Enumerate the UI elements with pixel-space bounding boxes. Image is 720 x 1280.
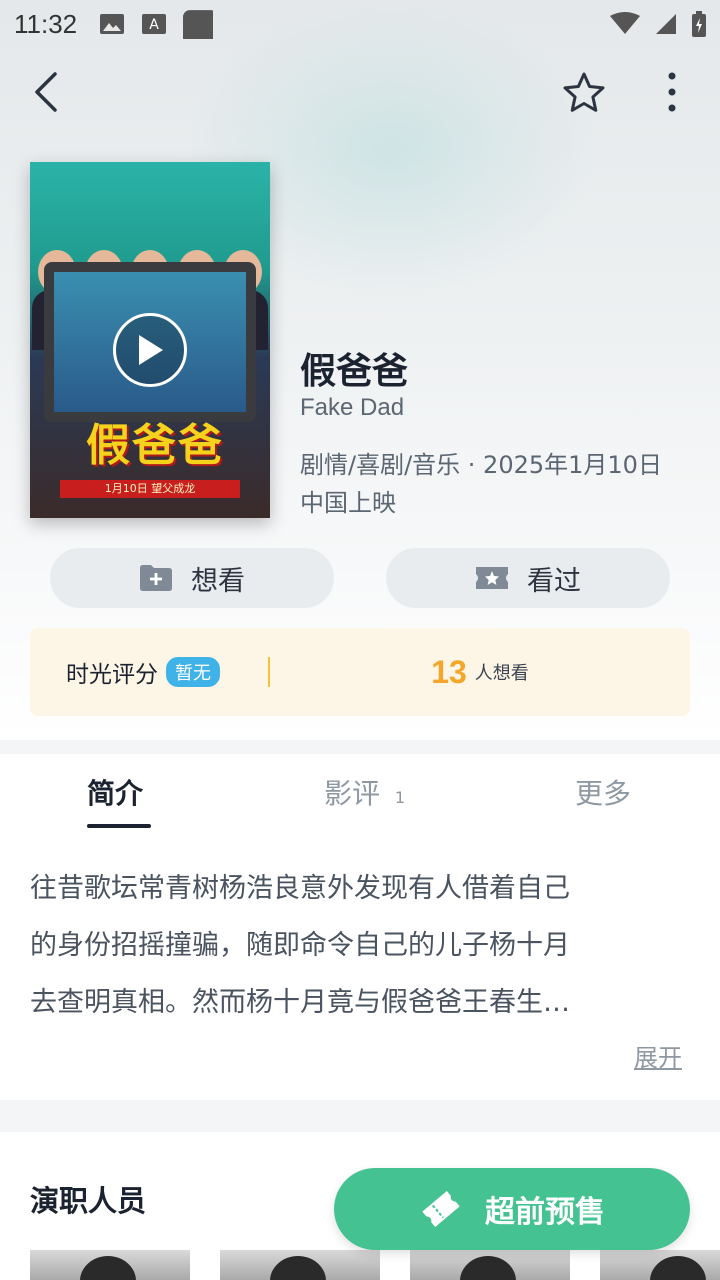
folder-add-icon [140,565,172,591]
wifi-icon [610,12,640,34]
play-icon [139,335,163,365]
battery-icon [692,11,706,37]
back-button[interactable] [16,60,76,124]
font-notification-icon: A [142,14,167,34]
tab-reviews[interactable]: 影评 1 [324,772,405,812]
signal-icon [656,14,676,34]
cast-member-photo[interactable] [30,1250,190,1280]
rating-card: 时光评分 暂无 13 人想看 [30,628,690,716]
expand-synopsis-link[interactable]: 展开 [634,1038,682,1073]
tab-synopsis[interactable]: 简介 [87,772,143,812]
tab-active-indicator [87,824,151,828]
section-divider [0,740,720,754]
status-time: 11:32 [14,8,78,39]
poster-title-art: 假爸爸 [86,420,224,471]
more-vertical-icon [668,72,676,112]
ticket-star-icon [476,567,508,589]
status-bar: 11:32 A [0,0,720,48]
want-count-label: 人想看 [474,663,529,684]
more-button[interactable] [642,60,702,124]
cast-member-photo[interactable] [220,1250,380,1280]
watched-label: 看过 [527,565,581,597]
section-divider [0,1100,720,1132]
want-to-watch-button[interactable]: 想看 [50,548,334,608]
movie-release-region: 中国上映 [300,489,396,517]
poster-date-strip: 1月10日 望父成龙 [60,480,240,498]
rating-status-badge: 暂无 [166,657,220,687]
synopsis-line: 往昔歌坛常青树杨浩良意外发现有人借着自己 [30,873,570,904]
svg-text:A: A [149,17,159,33]
movie-poster[interactable]: 假爸爸 1月10日 望父成龙 [30,162,270,518]
movie-title: 假爸爸 [300,351,409,392]
synopsis-text: 往昔歌坛常青树杨浩良意外发现有人借着自己 的身份招摇撞骗，随即命令自己的儿子杨十… [30,860,690,1031]
want-count-number: 13 [431,653,467,690]
image-notification-icon [100,14,125,34]
rating-label: 时光评分 [66,662,158,688]
play-trailer-button[interactable] [113,313,187,387]
want-count[interactable]: 13 人想看 [270,654,690,691]
synopsis-line: 去查明真相。然而杨十月竟与假爸爸王春生… [30,987,570,1018]
cast-member-photo[interactable] [600,1250,720,1280]
tab-reviews-count: 1 [394,788,406,807]
ticket-icon [422,1191,460,1227]
presale-label: 超前预售 [485,1195,605,1230]
movie-english-title: Fake Dad [300,394,405,421]
app-notification-icon [183,10,214,39]
presale-button[interactable]: 超前预售 [334,1168,690,1250]
top-nav [0,60,720,124]
tab-more[interactable]: 更多 [575,772,631,812]
synopsis-line: 的身份招摇撞骗，随即命令自己的儿子杨十月 [30,930,570,961]
star-outline-icon [563,72,605,112]
movie-meta: 剧情/喜剧/音乐 · 2025年1月10日 中国上映 [300,446,700,522]
watched-button[interactable]: 看过 [386,548,670,608]
favorite-button[interactable] [554,60,614,124]
cast-section-title: 演职人员 [30,1184,147,1218]
cast-member-photo[interactable] [410,1250,570,1280]
tab-reviews-label: 影评 [324,777,381,810]
movie-genre-date: 剧情/喜剧/音乐 · 2025年1月10日 [300,451,662,479]
want-to-watch-label: 想看 [191,565,245,597]
chevron-left-icon [35,72,57,112]
